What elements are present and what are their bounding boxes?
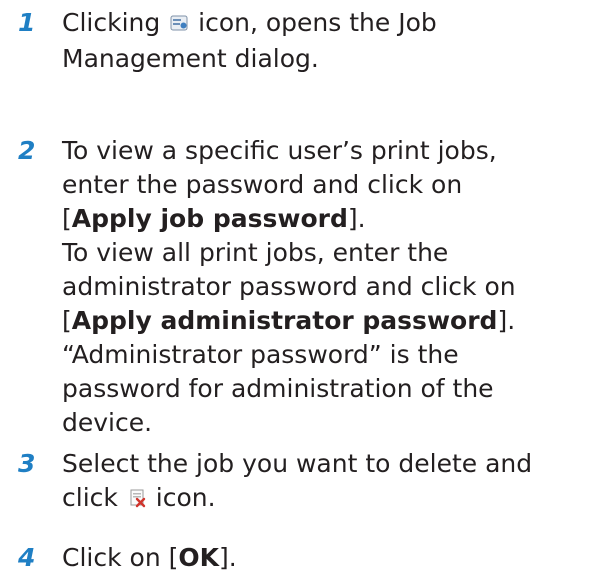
apply-job-password-button-label: Apply job password: [71, 204, 348, 233]
step-line: administrator password and click on: [62, 272, 516, 301]
text: icon, opens the Job: [190, 8, 437, 37]
step-line: To view a specific user’s print jobs,: [62, 136, 497, 165]
bracket: [: [62, 306, 72, 335]
step-line: Select the job you want to delete and: [62, 449, 533, 478]
step-line: device.: [62, 408, 153, 437]
step-line: [Apply job password].: [62, 202, 610, 236]
step-number: 1: [18, 8, 36, 37]
delete-job-icon: [127, 483, 147, 517]
step-line: To view all print jobs, enter the: [62, 238, 449, 267]
bracket: [: [62, 204, 72, 233]
step-text: To view a specific user’s print jobs, en…: [62, 134, 610, 440]
step-line: [Apply administrator password].: [62, 304, 610, 338]
instruction-steps: 1 Clicking icon, opens the Job Managemen…: [0, 0, 616, 586]
step-line: password for administration of the: [62, 374, 494, 403]
bracket: ].: [497, 306, 516, 335]
step-line: “Administrator password” is the: [62, 340, 459, 369]
text: Clicking: [62, 8, 169, 37]
bracket: ].: [347, 204, 366, 233]
text: ].: [218, 543, 237, 572]
step-number: 3: [18, 449, 36, 478]
text: Click on [: [62, 543, 179, 572]
job-management-icon: [169, 8, 189, 42]
apply-administrator-password-button-label: Apply administrator password: [71, 306, 498, 335]
step-line: Clicking icon, opens the Job: [62, 6, 610, 42]
step-number: 2: [18, 136, 36, 165]
ok-button-label: OK: [178, 543, 219, 572]
step-line: Management dialog.: [62, 44, 319, 73]
step-text: Clicking icon, opens the Job Management …: [62, 6, 610, 76]
text: click: [62, 483, 126, 512]
step-number: 4: [18, 543, 36, 572]
step-line: enter the password and click on: [62, 170, 463, 199]
step-line: Click on [OK].: [62, 541, 610, 575]
text: icon.: [147, 483, 216, 512]
step-text: Click on [OK].: [62, 541, 610, 575]
step-line: click icon.: [62, 481, 610, 517]
step-text: Select the job you want to delete and cl…: [62, 447, 610, 517]
